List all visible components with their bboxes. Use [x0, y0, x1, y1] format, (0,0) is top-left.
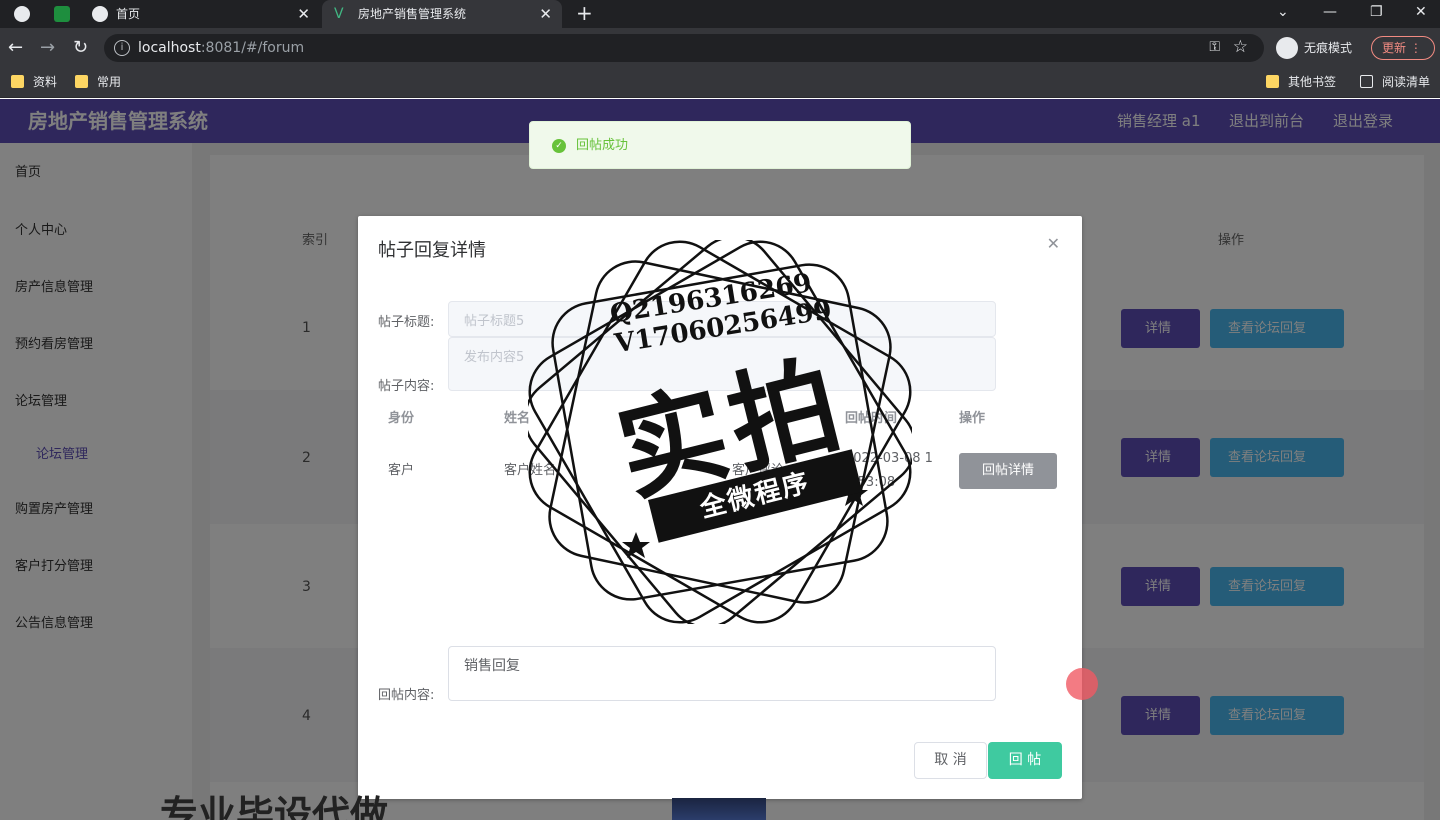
tab-app[interactable]: V 房地产销售管理系统 ✕ [322, 0, 562, 28]
browser-tabbar: 首页 ✕ V 房地产销售管理系统 ✕ + ⌄ — ❐ ✕ [0, 0, 1440, 28]
globe-icon [92, 6, 108, 22]
other-bookmarks[interactable]: 其他书签 [1266, 68, 1336, 96]
key-icon[interactable]: ⚿ [1209, 39, 1220, 55]
restore-icon[interactable]: ❐ [1370, 0, 1383, 24]
bookmark-folder[interactable]: 常用 [75, 68, 121, 96]
post-title-label: 帖子标题: [378, 315, 435, 330]
chevron-down-icon[interactable]: ⌄ [1277, 0, 1289, 24]
back-icon[interactable]: ← [8, 36, 23, 60]
new-tab-icon[interactable]: + [576, 0, 593, 26]
folder-icon [75, 75, 88, 88]
close-window-icon[interactable]: ✕ [1415, 0, 1427, 24]
reply-content-label: 回帖内容: [378, 688, 435, 703]
address-bar[interactable]: i localhost:8081/#/forum ⚿ ☆ [104, 34, 1264, 62]
bookmark-folder[interactable]: 资料 [11, 68, 57, 96]
sheets-icon[interactable] [54, 6, 70, 22]
globe-icon[interactable] [14, 6, 30, 22]
close-icon[interactable]: ✕ [1047, 234, 1060, 253]
incognito-icon [1276, 37, 1298, 59]
info-icon[interactable]: i [114, 40, 130, 56]
close-icon[interactable]: ✕ [297, 0, 310, 28]
reply-identity: 客户 [388, 463, 415, 478]
browser-toolbar: ← → ↻ i localhost:8081/#/forum ⚿ ☆ 无痕模式 … [0, 28, 1440, 68]
folder-icon [1266, 75, 1279, 88]
bookmarks-bar: 资料 常用 其他书签 阅读清单 [0, 68, 1440, 98]
dialog-title: 帖子回复详情 [378, 240, 486, 261]
toast-message: 回帖成功 [576, 138, 629, 153]
reply-content-input[interactable]: 销售回复 [448, 646, 996, 701]
update-button[interactable]: 更新 ⋮ [1371, 36, 1435, 60]
column-header-identity: 身份 [388, 411, 415, 426]
incognito-indicator[interactable]: 无痕模式 [1276, 36, 1352, 60]
thumbnail-image [672, 798, 766, 820]
reload-icon[interactable]: ↻ [73, 36, 88, 60]
column-header-name: 姓名 [504, 411, 531, 426]
cursor-highlight [1066, 668, 1098, 700]
url-text: localhost:8081/#/forum [138, 40, 305, 56]
tab-home[interactable]: 首页 ✕ [80, 0, 320, 28]
vue-icon: V [334, 6, 344, 22]
post-content-label: 帖子内容: [378, 379, 435, 394]
star-icon[interactable]: ☆ [1233, 37, 1248, 57]
minimize-icon[interactable]: — [1323, 0, 1337, 24]
submit-reply-button[interactable]: 回 帖 [988, 742, 1062, 779]
reply-detail-button[interactable]: 回帖详情 [959, 453, 1057, 489]
column-header-actions: 操作 [959, 411, 986, 426]
reading-list-icon [1360, 75, 1373, 88]
reading-list[interactable]: 阅读清单 [1360, 68, 1430, 96]
close-icon[interactable]: ✕ [539, 0, 552, 28]
video-caption: 专业毕设代做 [160, 793, 389, 820]
check-circle-icon: ✓ [552, 139, 566, 153]
forward-icon[interactable]: → [40, 36, 55, 60]
success-toast: ✓ 回帖成功 [529, 121, 911, 169]
cancel-button[interactable]: 取 消 [914, 742, 987, 779]
folder-icon [11, 75, 24, 88]
